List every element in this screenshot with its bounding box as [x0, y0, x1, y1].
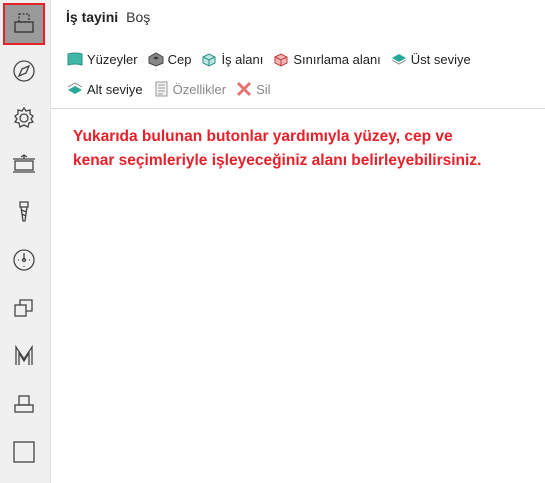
top-level-button[interactable]: Üst seviye	[390, 51, 471, 67]
gear-icon	[13, 106, 35, 128]
block-icon	[14, 395, 34, 413]
bottom-level-icon	[67, 82, 83, 94]
gauge-button[interactable]	[3, 239, 45, 281]
surfaces-icon	[67, 52, 83, 66]
left-toolbar	[0, 0, 51, 483]
work-area-icon	[202, 53, 216, 67]
pocket-button[interactable]: Cep	[147, 51, 192, 67]
macro-button[interactable]	[3, 335, 45, 377]
divider	[51, 108, 545, 109]
drill-bit-icon	[19, 201, 29, 222]
square-icon	[13, 441, 35, 463]
surfaces-button[interactable]: Yüzeyler	[66, 51, 138, 67]
frame-button[interactable]	[3, 431, 45, 473]
pocket-label: Cep	[167, 51, 192, 67]
delete-label: Sil	[256, 81, 271, 97]
bottom-level-button[interactable]: Alt seviye	[66, 81, 143, 97]
workpiece-icon	[14, 13, 34, 33]
boundary-area-icon	[274, 53, 288, 67]
tool-button[interactable]	[3, 191, 45, 233]
gauge-icon	[13, 249, 35, 271]
selection-toolbar: Yüzeyler Cep İş alanı Sınırlama alanı Üs…	[66, 48, 536, 108]
navigation-button[interactable]	[3, 50, 45, 92]
copy-button[interactable]	[3, 287, 45, 329]
machine-setup-button[interactable]	[3, 144, 45, 186]
delete-icon	[237, 81, 252, 97]
instruction-message: Yukarıda bulunan butonlar yardımıyla yüz…	[73, 128, 482, 169]
job-assignment-button[interactable]	[3, 3, 45, 45]
machine-table-icon	[13, 154, 35, 173]
boundary-area-button[interactable]: Sınırlama alanı	[272, 51, 381, 67]
work-area-label: İş alanı	[221, 51, 264, 67]
settings-button[interactable]	[3, 97, 45, 139]
compass-icon	[13, 60, 35, 82]
page-title: İş tayini	[66, 9, 119, 25]
boundary-area-label: Sınırlama alanı	[293, 51, 381, 67]
status-text: Boş	[126, 9, 151, 25]
top-level-label: Üst seviye	[410, 51, 471, 67]
stock-button[interactable]	[3, 383, 45, 425]
copy-icon	[14, 299, 33, 317]
work-area-button[interactable]: İş alanı	[200, 51, 263, 67]
surfaces-label: Yüzeyler	[87, 51, 138, 67]
panel-header: İş tayini Boş	[66, 9, 150, 25]
main-panel: İş tayini Boş Yüzeyler Cep İş alanı Sını…	[51, 0, 545, 483]
m-letter-icon	[15, 344, 33, 365]
top-level-icon	[391, 54, 407, 65]
pocket-icon	[148, 52, 164, 67]
bottom-level-label: Alt seviye	[87, 81, 143, 97]
delete-button[interactable]: Sil	[235, 81, 271, 97]
properties-icon	[155, 81, 168, 97]
properties-button[interactable]: Özellikler	[152, 81, 226, 97]
properties-label: Özellikler	[172, 81, 227, 97]
